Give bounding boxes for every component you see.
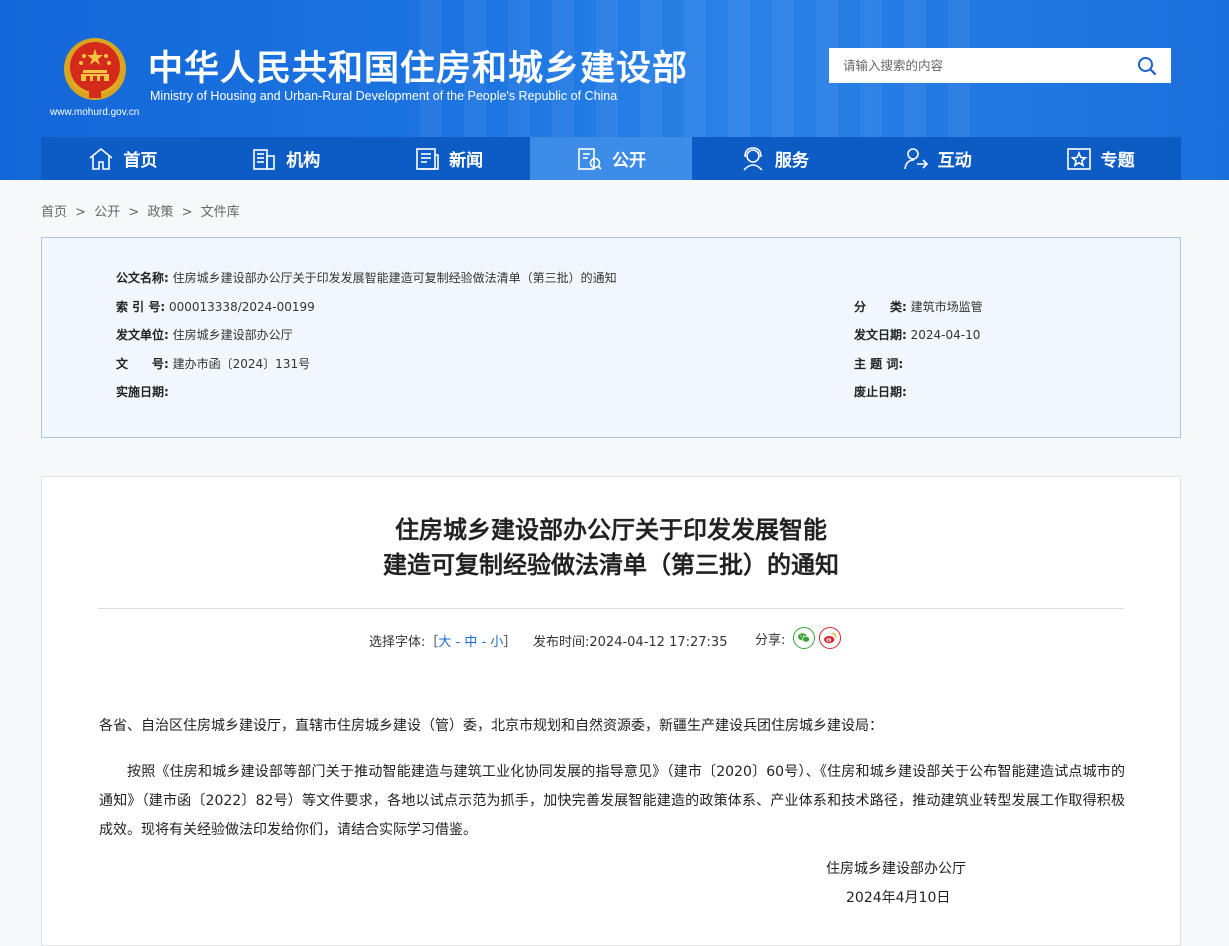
nav-item-label: 服务 <box>774 151 809 171</box>
font-size-label: 选择字体: <box>369 635 426 650</box>
article-title-line: 建造可复制经验做法清单（第三批）的通知 <box>383 551 839 579</box>
publish-time: 发布时间:2024-04-12 17:27:35 <box>533 631 727 650</box>
interact-icon <box>903 147 928 169</box>
nav-item-label: 机构 <box>286 151 321 171</box>
font-large-link[interactable]: 大 <box>438 635 451 650</box>
breadcrumb-separator: > <box>75 205 87 220</box>
bracket-close: ］ <box>503 635 517 650</box>
article-paragraph: 按照《住房和城乡建设部等部门关于推动智能建造与建筑工业化协同发展的指导意见》（建… <box>99 764 1125 838</box>
info-value: 建办市函〔2024〕131号 <box>172 357 311 371</box>
info-label: 文 号: <box>116 357 169 371</box>
bracket-open: ［ <box>425 635 439 650</box>
font-size-selector: 选择字体:［大 - 中 - 小］ <box>369 631 516 650</box>
info-effective-date: 实施日期: <box>116 383 169 400</box>
site-url: www.mohurd.gov.cn <box>50 107 140 118</box>
nav-item-service[interactable]: 服务 <box>692 137 855 180</box>
publish-time-label: 发布时间: <box>533 635 590 650</box>
article-salutation: 各省、自治区住房城乡建设厅，直辖市住房城乡建设（管）委，北京市规划和自然资源委，… <box>99 718 883 734</box>
info-value: 000013338/2024-00199 <box>168 300 315 314</box>
nav-item-label: 新闻 <box>449 151 484 171</box>
site-title: 中华人民共和国住房和城乡建设部 <box>148 49 689 89</box>
info-label: 索 引 号: <box>116 300 166 314</box>
wechat-icon[interactable] <box>793 627 816 649</box>
breadcrumb-separator: > <box>181 205 193 220</box>
font-separator: - <box>481 635 487 650</box>
topic-icon <box>1066 147 1091 170</box>
info-keywords: 主 题 词: <box>854 355 903 372</box>
home-icon <box>89 147 113 170</box>
nav-item-organization[interactable]: 机构 <box>204 137 367 180</box>
title-divider <box>98 608 1124 609</box>
weibo-icon[interactable] <box>819 627 842 649</box>
main-nav: 首页 机构 新闻 公开 服务 互动 专题 <box>41 137 1181 180</box>
article-title-line: 住房城乡建设部办公厅关于印发发展智能 <box>395 516 827 544</box>
info-label: 公文名称: <box>116 271 169 285</box>
nav-item-interact[interactable]: 互动 <box>855 137 1018 180</box>
info-label: 实施日期: <box>116 385 169 399</box>
share-label: 分享: <box>755 632 786 648</box>
breadcrumb-open[interactable]: 公开 <box>94 205 120 220</box>
article-signature: 住房城乡建设部办公厅 <box>826 861 966 877</box>
article-date: 2024年4月10日 <box>846 890 951 906</box>
national-emblem-icon <box>64 38 126 100</box>
breadcrumb-home[interactable]: 首页 <box>41 205 67 220</box>
nav-item-label: 专题 <box>1100 151 1135 171</box>
breadcrumb-separator: > <box>128 205 140 220</box>
breadcrumb-policy[interactable]: 政策 <box>147 205 173 220</box>
search-box <box>829 48 1171 83</box>
search-icon[interactable] <box>1135 54 1159 78</box>
building-icon <box>253 148 276 170</box>
nav-item-home[interactable]: 首页 <box>41 137 204 180</box>
info-doc-name: 公文名称: 住房城乡建设部办公厅关于印发发展智能建造可复制经验做法清单（第三批）… <box>116 269 617 286</box>
info-category: 分 类: 建筑市场监管 <box>854 298 983 315</box>
info-doc-number: 文 号: 建办市函〔2024〕131号 <box>116 355 310 372</box>
share-bar: 分享: <box>755 627 842 649</box>
search-input[interactable] <box>829 48 1119 83</box>
document-info-box: 公文名称: 住房城乡建设部办公厅关于印发发展智能建造可复制经验做法清单（第三批）… <box>41 237 1181 438</box>
info-issue-date: 发文日期: 2024-04-10 <box>854 326 980 343</box>
info-label: 发文单位: <box>116 328 169 342</box>
info-value: 住房城乡建设部办公厅关于印发发展智能建造可复制经验做法清单（第三批）的通知 <box>172 271 617 285</box>
nav-item-label: 互动 <box>937 151 972 171</box>
nav-item-news[interactable]: 新闻 <box>367 137 530 180</box>
font-separator: - <box>455 635 461 650</box>
site-header: www.mohurd.gov.cn 中华人民共和国住房和城乡建设部 Minist… <box>0 0 1229 180</box>
info-expiry-date: 废止日期: <box>854 383 907 400</box>
info-value: 2024-04-10 <box>910 328 981 342</box>
article-meta: 选择字体:［大 - 中 - 小］ 发布时间:2024-04-12 17:27:3… <box>42 627 1180 651</box>
publish-time-value: 2024-04-12 17:27:35 <box>589 635 728 650</box>
breadcrumb: 首页 > 公开 > 政策 > 文件库 <box>41 201 240 220</box>
article-title: 住房城乡建设部办公厅关于印发发展智能 建造可复制经验做法清单（第三批）的通知 <box>42 513 1180 583</box>
news-icon <box>416 147 439 170</box>
info-value: 住房城乡建设部办公厅 <box>172 328 293 342</box>
font-medium-link[interactable]: 中 <box>464 635 477 650</box>
info-label: 主 题 词: <box>854 357 904 371</box>
article-body: 各省、自治区住房城乡建设厅，直辖市住房城乡建设（管）委，北京市规划和自然资源委，… <box>99 712 1125 845</box>
site-subtitle: Ministry of Housing and Urban-Rural Deve… <box>150 89 618 103</box>
nav-item-label: 首页 <box>123 151 158 171</box>
nav-item-label: 公开 <box>612 151 646 171</box>
nav-item-open[interactable]: 公开 <box>529 137 693 180</box>
info-issuer: 发文单位: 住房城乡建设部办公厅 <box>116 326 293 343</box>
article-panel: 住房城乡建设部办公厅关于印发发展智能 建造可复制经验做法清单（第三批）的通知 选… <box>41 476 1181 946</box>
info-label: 废止日期: <box>854 385 907 399</box>
nav-item-topic[interactable]: 专题 <box>1018 137 1181 180</box>
info-value: 建筑市场监管 <box>910 300 983 314</box>
open-icon <box>578 147 602 170</box>
info-label: 分 类: <box>854 300 907 314</box>
service-icon <box>743 146 763 171</box>
breadcrumb-library[interactable]: 文件库 <box>201 205 240 220</box>
info-index: 索 引 号: 000013338/2024-00199 <box>116 298 315 315</box>
font-small-link[interactable]: 小 <box>490 635 503 650</box>
info-label: 发文日期: <box>854 328 907 342</box>
